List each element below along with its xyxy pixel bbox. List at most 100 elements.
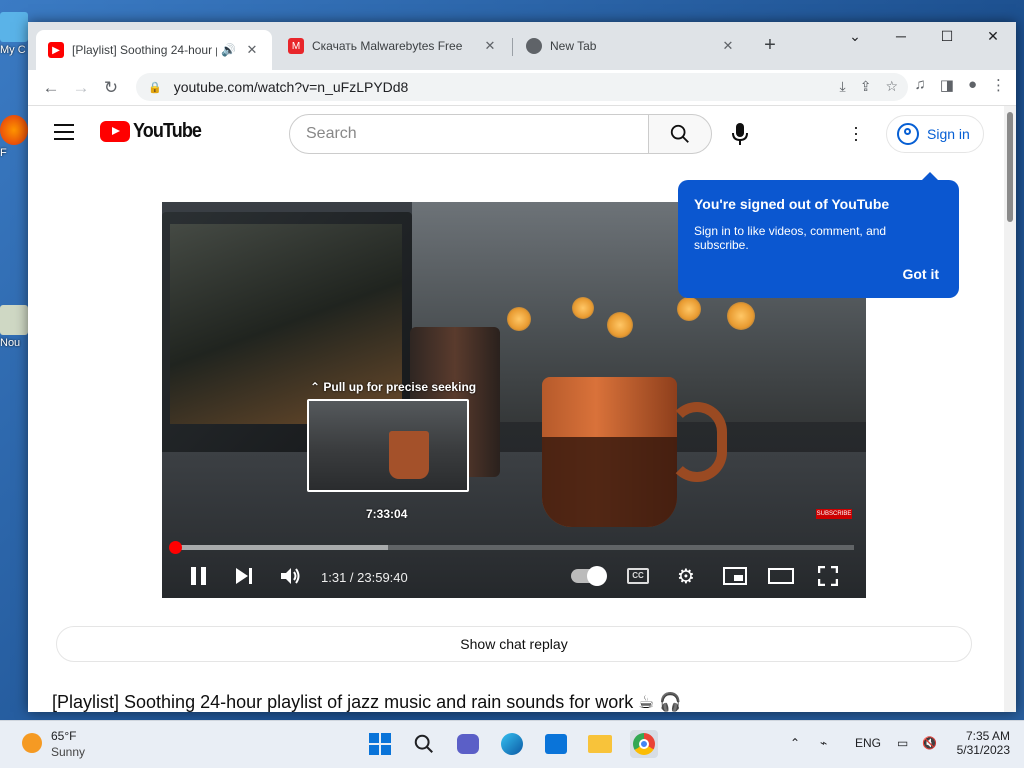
edge-icon	[501, 733, 523, 755]
chrome-menu-icon[interactable]: ⋮	[991, 76, 1006, 94]
scrollbar-thumb[interactable]	[1007, 112, 1013, 222]
popup-body: Sign in to like videos, comment, and sub…	[694, 224, 887, 252]
hamburger-menu-icon[interactable]	[54, 124, 74, 140]
show-chat-replay-button[interactable]: Show chat replay	[56, 626, 972, 662]
seek-hint: ⌃ Pull up for precise seeking	[310, 380, 477, 394]
video-bokeh	[677, 297, 701, 321]
profile-icon[interactable]: ●	[968, 76, 977, 94]
store-icon	[545, 734, 567, 754]
install-app-icon[interactable]: ⤓	[840, 78, 846, 95]
taskbar-chrome[interactable]	[630, 730, 658, 758]
language-indicator[interactable]: ENG	[855, 736, 881, 750]
start-button[interactable]	[366, 730, 394, 758]
weather-temperature[interactable]: 65°F	[51, 729, 76, 743]
got-it-button[interactable]: Got it	[902, 266, 939, 282]
desktop-icon-label: F	[0, 147, 7, 159]
tray-overflow-chevron-icon[interactable]: ⌃	[790, 736, 800, 750]
tab-close-icon[interactable]: ✕	[244, 42, 260, 58]
tab-title: Скачать Malwarebytes Free	[312, 39, 463, 53]
page-content: YouTube Search · · · Sign in ⌃ Pull up f…	[28, 106, 1004, 712]
tab-close-icon[interactable]: ✕	[720, 38, 736, 54]
side-panel-icon[interactable]: ◨	[940, 76, 954, 94]
taskbar-teams-chat[interactable]	[454, 730, 482, 758]
pause-icon	[190, 567, 206, 585]
autoplay-toggle[interactable]	[570, 562, 607, 590]
minimize-button[interactable]: ─	[878, 26, 924, 46]
tab-malwarebytes[interactable]: M Скачать Malwarebytes Free ✕	[276, 30, 510, 62]
reload-button[interactable]: ↻	[96, 73, 126, 103]
bookmark-star-icon[interactable]: ☆	[885, 78, 898, 95]
progress-hover-fill	[174, 545, 389, 550]
taskbar-store[interactable]	[542, 730, 570, 758]
sign-in-button[interactable]: Sign in	[886, 115, 984, 153]
tab-new-tab[interactable]: New Tab ✕	[514, 30, 748, 62]
logo-text: YouTube	[133, 120, 202, 142]
voice-search-button[interactable]	[728, 120, 752, 148]
address-bar[interactable]: 🔒 youtube.com/watch?v=n_uFzLPYDd8 ⤓ ⇪ ☆	[136, 73, 908, 101]
volume-icon	[281, 568, 300, 584]
fullscreen-icon	[818, 566, 838, 586]
desktop-icon-label: Nou	[0, 337, 21, 349]
signed-out-popup: You're signed out of YouTube Sign in to …	[678, 172, 959, 298]
next-button[interactable]	[232, 562, 256, 590]
volume-button[interactable]	[278, 562, 304, 590]
fullscreen-button[interactable]	[816, 562, 840, 590]
theater-mode-button[interactable]	[768, 562, 794, 590]
captions-icon: CC	[627, 568, 649, 584]
video-mug-handle	[667, 402, 727, 482]
page-scrollbar[interactable]	[1004, 106, 1016, 712]
taskbar-file-explorer[interactable]	[586, 730, 614, 758]
sun-icon[interactable]	[22, 733, 42, 753]
new-tab-button[interactable]: +	[758, 34, 782, 57]
display-icon[interactable]: ▭	[897, 736, 908, 750]
media-controls-icon[interactable]: ♫	[915, 76, 926, 94]
tab-search-chevron-icon[interactable]: ⌄	[832, 26, 878, 46]
speaker-icon[interactable]: 🔊	[221, 43, 236, 57]
seek-preview-thumbnail	[307, 399, 469, 492]
popup-title: You're signed out of YouTube	[694, 196, 890, 212]
pause-button[interactable]	[186, 562, 210, 590]
settings-button[interactable]: ⚙	[674, 562, 698, 590]
network-icon[interactable]: ⌁	[820, 736, 827, 750]
forward-button[interactable]: →	[66, 73, 96, 103]
player-controls: 1:31 / 23:59:40 CC ⚙	[162, 554, 866, 598]
progress-scrubber[interactable]	[168, 541, 182, 554]
desktop-icon-firefox[interactable]: F	[0, 115, 30, 159]
volume-muted-icon[interactable]: 🔇	[922, 736, 937, 750]
back-button[interactable]: ←	[36, 73, 66, 103]
close-window-button[interactable]: ✕	[970, 26, 1016, 46]
settings-kebab-icon[interactable]: · · ·	[852, 118, 860, 148]
miniplayer-button[interactable]	[722, 562, 748, 590]
search-button[interactable]	[648, 114, 712, 154]
youtube-header: YouTube Search · · · Sign in	[28, 106, 1004, 162]
clock[interactable]: 7:35 AM 5/31/2023	[954, 729, 1010, 757]
chrome-favicon-icon	[526, 38, 542, 54]
weather-description[interactable]: Sunny	[51, 745, 85, 759]
subtitles-button[interactable]: CC	[626, 562, 650, 590]
microphone-icon	[732, 123, 748, 145]
youtube-logo[interactable]: YouTube	[100, 120, 209, 143]
youtube-favicon-icon: ▶	[48, 42, 64, 58]
account-icon	[897, 123, 919, 145]
desktop-icon-notepad[interactable]: Nou	[0, 305, 30, 349]
next-icon	[236, 568, 252, 584]
share-icon[interactable]: ⇪	[860, 78, 872, 95]
chat-icon	[457, 734, 479, 754]
taskbar-search-button[interactable]	[410, 730, 438, 758]
subscribe-watermark[interactable]: SUBSCRIBE	[816, 509, 852, 519]
search-icon	[414, 734, 433, 753]
desktop-icon-my-computer[interactable]: My C	[0, 12, 30, 56]
search-input[interactable]: Search	[289, 114, 649, 154]
chrome-icon	[633, 733, 655, 755]
video-title: [Playlist] Soothing 24-hour playlist of …	[52, 692, 682, 712]
taskbar-edge[interactable]	[498, 730, 526, 758]
lock-icon[interactable]: 🔒	[148, 81, 162, 94]
tab-youtube[interactable]: ▶ [Playlist] Soothing 24-hour p 🔊 ✕	[36, 30, 272, 70]
maximize-button[interactable]: ☐	[924, 26, 970, 46]
seek-preview-time: 7:33:04	[366, 507, 408, 521]
progress-bar[interactable]	[168, 541, 854, 554]
video-bokeh	[507, 307, 531, 331]
tab-separator	[512, 38, 513, 56]
tab-close-icon[interactable]: ✕	[482, 38, 498, 54]
malwarebytes-favicon-icon: M	[288, 38, 304, 54]
